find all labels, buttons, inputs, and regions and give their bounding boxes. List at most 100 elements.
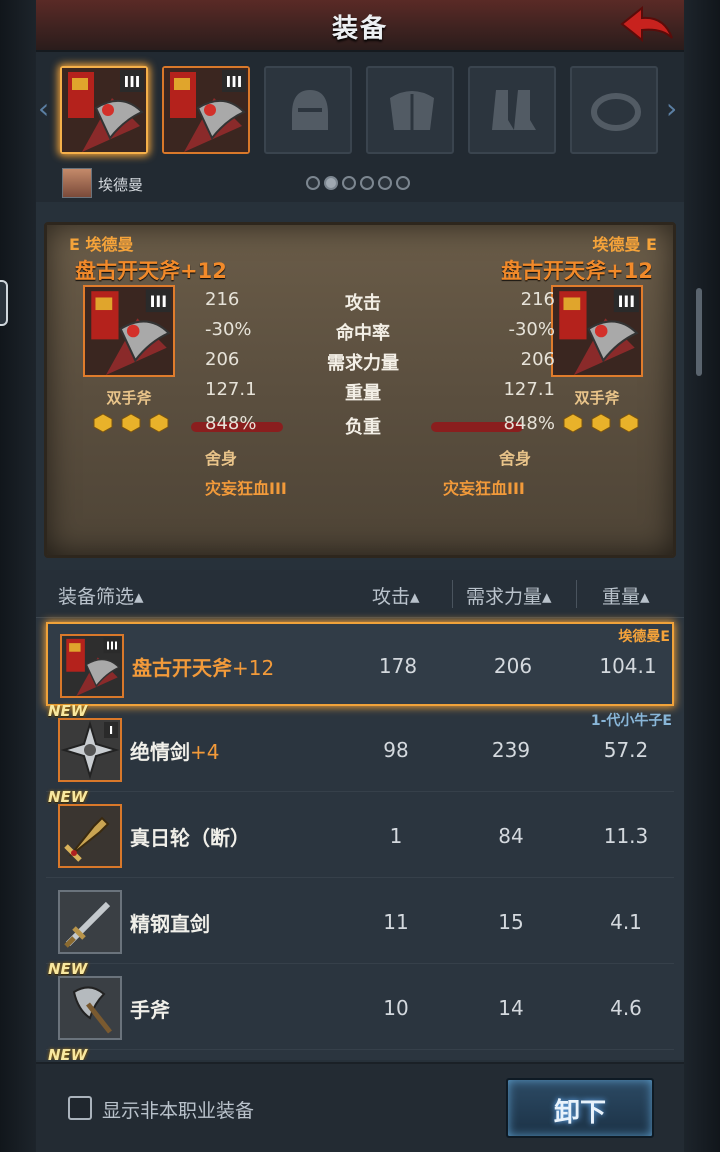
slot-armor[interactable] xyxy=(366,66,454,154)
stat-label: 负重 xyxy=(345,417,381,438)
hand-axe-icon xyxy=(58,976,122,1040)
axe-item-icon: III xyxy=(62,68,146,152)
page-dot[interactable] xyxy=(378,176,392,190)
item-name: 盘古开天斧+12 xyxy=(132,656,275,680)
item-owner: 埃德曼E xyxy=(618,629,670,645)
item-name: 手斧 xyxy=(130,998,170,1022)
sort-weight[interactable]: 重量▴ xyxy=(602,582,650,609)
page-dots xyxy=(306,176,410,190)
character-name: 埃德曼 xyxy=(98,176,144,194)
equipment-slots-bar: ‹ III III › 埃德曼 xyxy=(36,52,684,202)
item-strength: 15 xyxy=(498,910,524,934)
list-item[interactable]: 1-代小牛子E I NEW 绝情剑+4 98 239 57.2 xyxy=(46,702,674,792)
slot-weapon-main[interactable]: III xyxy=(60,66,148,154)
sort-strength[interactable]: 需求力量▴ xyxy=(466,582,552,609)
sort-filter[interactable]: 装备筛选▴ xyxy=(58,582,144,609)
slot-weapon-off[interactable]: III xyxy=(162,66,250,154)
slot-boots[interactable] xyxy=(468,66,556,154)
avatar[interactable] xyxy=(62,168,92,198)
show-other-class-checkbox[interactable] xyxy=(68,1096,92,1120)
checkbox-label: 显示非本职业装备 xyxy=(102,1100,255,1122)
item-weight: 4.1 xyxy=(610,910,642,934)
chevron-left-icon[interactable]: ‹ xyxy=(38,92,54,126)
item-attack: 98 xyxy=(383,738,409,762)
ring-icon xyxy=(591,93,641,131)
item-strength: 206 xyxy=(493,654,533,678)
back-arrow-icon[interactable] xyxy=(618,4,676,48)
stat-row-attack: 216 攻击 216 xyxy=(47,289,679,317)
left-owner: E 埃德曼 xyxy=(69,235,134,254)
shuriken-sword-icon: I xyxy=(58,718,122,782)
item-attack: 178 xyxy=(378,654,418,678)
list-item[interactable]: NEW 手斧 10 14 4.6 xyxy=(46,960,674,1050)
list-item-partial[interactable]: NEW xyxy=(46,1046,674,1060)
sort-attack[interactable]: 攻击▴ xyxy=(372,582,420,609)
stat-left: -30% xyxy=(205,319,252,340)
new-badge: NEW xyxy=(48,788,88,806)
item-weight: 57.2 xyxy=(603,738,649,762)
broken-sword-icon xyxy=(58,804,122,868)
boots-icon xyxy=(492,90,536,130)
item-strength: 14 xyxy=(498,996,524,1020)
armor-icon xyxy=(390,91,434,130)
item-strength: 239 xyxy=(491,738,531,762)
stat-left: 206 xyxy=(205,349,240,370)
stat-row-weight: 127.1 重量 127.1 xyxy=(47,379,679,407)
stat-row-load: 848% 负重 848% xyxy=(47,413,679,441)
unequip-button[interactable]: 卸下 xyxy=(506,1078,654,1138)
item-attack: 1 xyxy=(389,824,403,848)
list-item[interactable]: NEW 真日轮（断） 1 84 11.3 xyxy=(46,788,674,878)
stat-label: 攻击 xyxy=(345,293,381,314)
page-dot[interactable] xyxy=(360,176,374,190)
item-name: 精钢直剑 xyxy=(130,912,210,936)
scroll-indicator[interactable] xyxy=(696,288,702,376)
svg-text:I: I xyxy=(109,724,113,737)
list-item[interactable]: 埃德曼E III 盘古开天斧+12 178 206 104.1 xyxy=(46,622,674,706)
divider xyxy=(452,580,453,608)
page-dot[interactable] xyxy=(396,176,410,190)
slot-helmet[interactable] xyxy=(264,66,352,154)
right-skill-1: 舍身 xyxy=(499,449,532,468)
page-dot[interactable] xyxy=(342,176,356,190)
tier-badge: III xyxy=(226,73,243,91)
new-badge: NEW xyxy=(48,702,88,720)
left-frame xyxy=(0,0,36,1152)
footer-bar: 显示非本职业装备 卸下 xyxy=(36,1062,684,1152)
item-weight: 104.1 xyxy=(599,654,657,678)
new-badge: NEW xyxy=(48,1046,88,1060)
item-name: 真日轮（断） xyxy=(130,826,250,850)
slot-ring[interactable] xyxy=(570,66,658,154)
stat-row-accuracy: -30% 命中率 -30% xyxy=(47,319,679,347)
right-frame xyxy=(684,0,720,1152)
header-bar: 装备 xyxy=(36,0,684,52)
equipment-list: 装备筛选▴ 攻击▴ 需求力量▴ 重量▴ 埃德曼E III 盘古开天斧+12 17… xyxy=(36,570,684,1060)
stat-row-strength: 206 需求力量 206 xyxy=(47,349,679,377)
stat-left: 848% xyxy=(205,413,257,434)
equipment-screen: 装备 ‹ III III › 埃德曼 E 埃德曼 埃德曼 E 盘古开天斧+12 … xyxy=(36,0,684,1152)
item-attack: 11 xyxy=(383,910,409,934)
item-strength: 84 xyxy=(498,824,524,848)
page-dot-active[interactable] xyxy=(324,176,338,190)
stat-right: 206 xyxy=(520,349,555,370)
stat-right: 216 xyxy=(520,289,555,310)
list-header: 装备筛选▴ 攻击▴ 需求力量▴ 重量▴ xyxy=(36,570,684,618)
left-item-name: 盘古开天斧+12 xyxy=(75,259,227,283)
right-item-name: 盘古开天斧+12 xyxy=(501,259,653,283)
stat-right: 127.1 xyxy=(503,379,555,400)
side-tab-handle[interactable] xyxy=(0,280,8,326)
svg-text:III: III xyxy=(106,640,118,653)
item-owner: 1-代小牛子E xyxy=(590,713,672,729)
axe-item-icon: III xyxy=(164,68,248,152)
item-weight: 4.6 xyxy=(610,996,642,1020)
divider xyxy=(576,580,577,608)
tier-badge: III xyxy=(124,73,141,91)
chevron-right-icon[interactable]: › xyxy=(666,92,682,126)
item-attack: 10 xyxy=(383,996,409,1020)
list-item[interactable]: 精钢直剑 11 15 4.1 xyxy=(46,880,674,964)
helmet-icon xyxy=(292,90,328,130)
right-skill-2: 灾妄狂血III xyxy=(443,479,525,498)
page-dot[interactable] xyxy=(306,176,320,190)
left-skill-1: 舍身 xyxy=(205,449,238,468)
comparison-panel: E 埃德曼 埃德曼 E 盘古开天斧+12 盘古开天斧+12 III III 双手… xyxy=(44,222,676,558)
right-owner: 埃德曼 E xyxy=(592,235,657,254)
